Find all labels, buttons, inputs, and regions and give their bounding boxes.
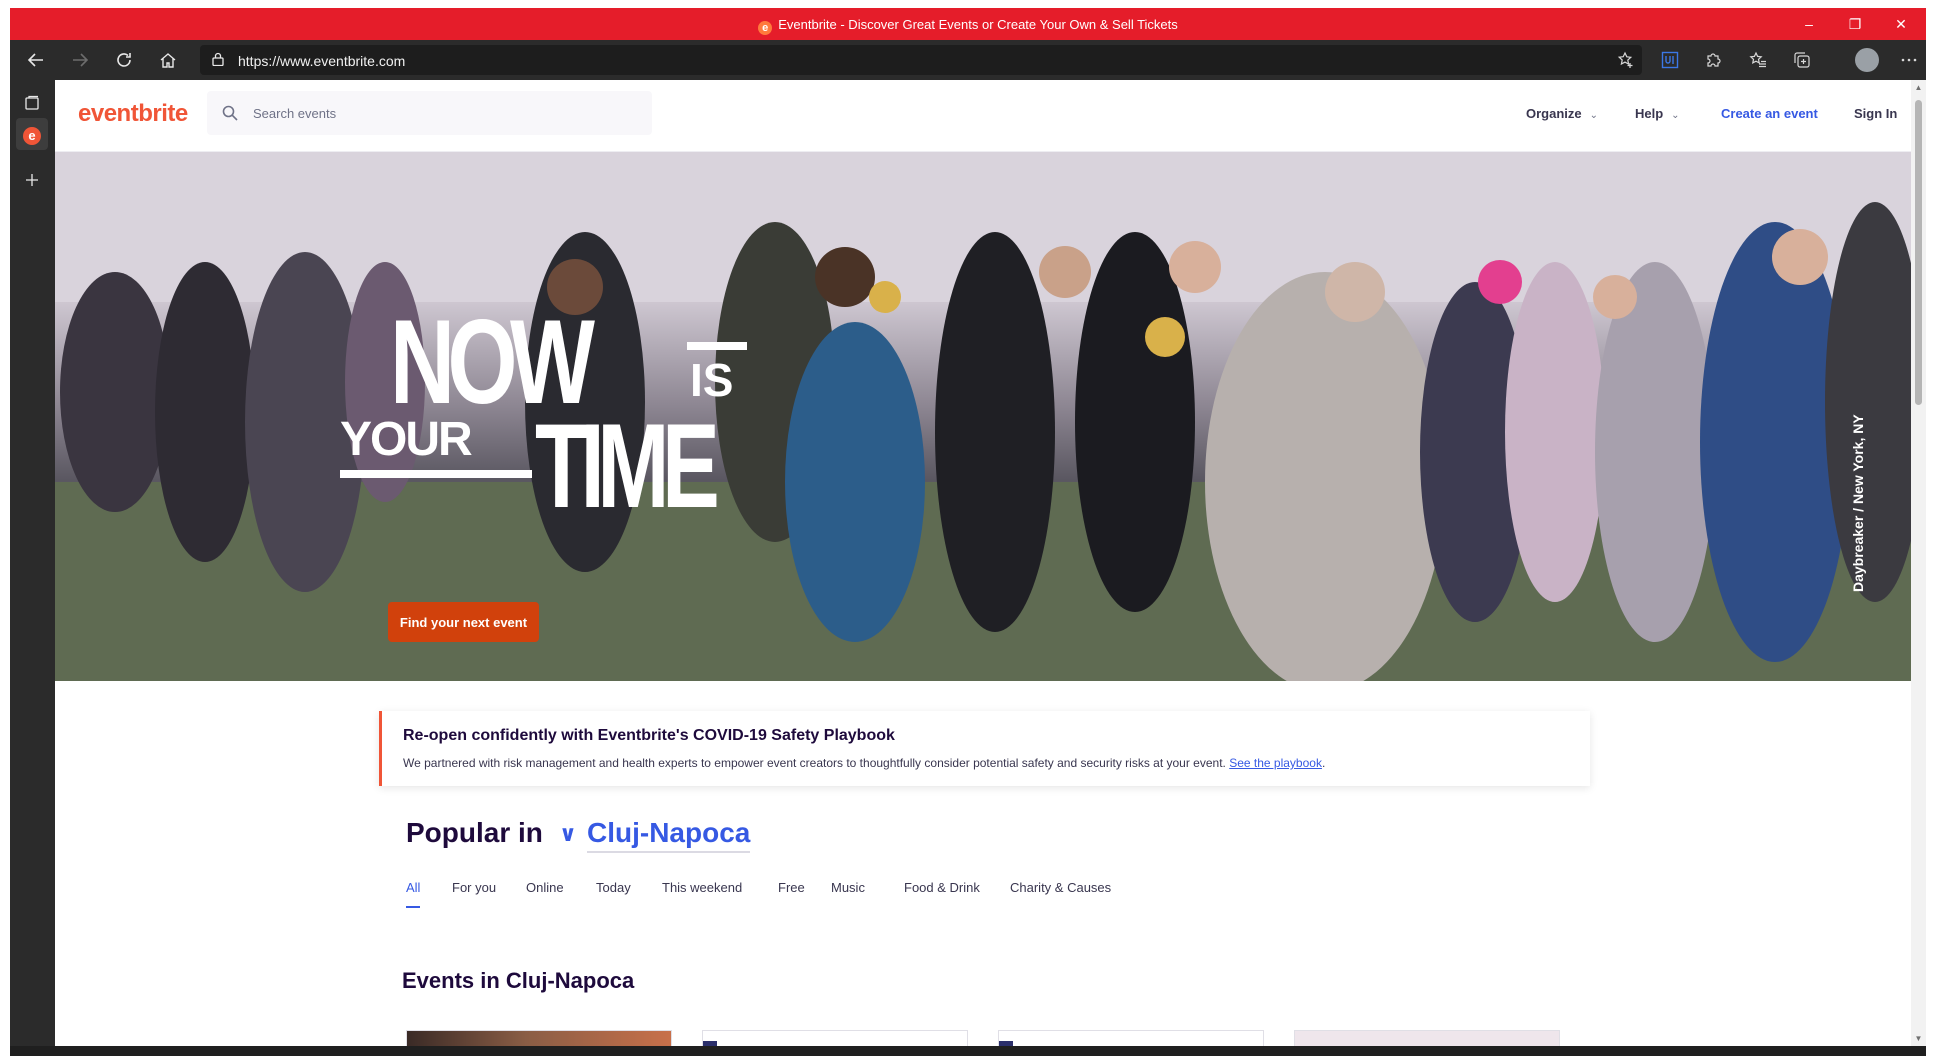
back-arrow-icon <box>27 53 43 67</box>
tab-this-weekend[interactable]: This weekend <box>662 880 742 895</box>
notice-body-trailing: . <box>1321 756 1326 770</box>
event-card[interactable] <box>1294 1030 1560 1046</box>
eventbrite-favicon-icon: e <box>23 127 41 145</box>
tab-today[interactable]: Today <box>596 880 631 895</box>
sign-in-link[interactable]: Sign In <box>1854 106 1897 121</box>
event-card[interactable] <box>998 1030 1264 1046</box>
events-heading: Events in Cluj-Napoca <box>402 968 635 993</box>
star-plus-icon <box>1617 51 1633 68</box>
browser-window: e Eventbrite - Discover Great Events or C… <box>0 0 1936 1056</box>
eventbrite-logo[interactable]: eventbrite <box>78 100 188 128</box>
lock-icon[interactable] <box>212 52 224 66</box>
organize-menu[interactable]: Organize ⌄ <box>1526 106 1598 121</box>
refresh-icon <box>117 53 131 67</box>
chevron-down-icon: ⌄ <box>1589 110 1599 121</box>
forward-button[interactable] <box>64 46 96 74</box>
help-label: Help <box>1635 106 1664 121</box>
minimize-button[interactable]: – <box>1786 8 1832 40</box>
chevron-down-icon: ⌄ <box>1671 110 1680 121</box>
browser-toolbar: https://www.eventbrite.com <box>10 40 1926 80</box>
window-title-text: Eventbrite - Discover Great Events or Cr… <box>778 17 1178 32</box>
tab-actions-icon <box>25 95 39 110</box>
favorites-icon <box>1749 51 1766 68</box>
site-header: eventbrite Organize ⌄ Help ⌄ Create an eve… <box>55 80 1926 152</box>
tab-actions-button[interactable] <box>16 87 48 119</box>
restore-button[interactable]: ❐ <box>1832 8 1878 40</box>
forward-arrow-icon <box>73 53 89 67</box>
search-box[interactable] <box>207 91 652 135</box>
find-next-event-button[interactable]: Find your next event <box>388 602 539 642</box>
puzzle-icon <box>1707 53 1721 67</box>
headline-your: YOUR <box>340 413 473 466</box>
extensions-button[interactable] <box>1700 48 1728 72</box>
see-playbook-link[interactable]: See the playbook <box>1229 756 1322 770</box>
notice-title: Re-open confidently with Eventbrite's CO… <box>403 727 895 744</box>
home-button[interactable] <box>152 46 184 74</box>
taskbar-strip <box>10 1046 1926 1056</box>
active-tab-underline <box>406 906 420 908</box>
tab-all[interactable]: All <box>406 880 420 895</box>
address-bar[interactable]: https://www.eventbrite.com <box>200 45 1642 75</box>
popular-in-label: Popular in <box>406 817 543 848</box>
vertical-scrollbar[interactable]: ▲ ▼ <box>1911 80 1926 1046</box>
headline-time: TIME <box>535 399 720 533</box>
create-event-link[interactable]: Create an event <box>1721 106 1818 121</box>
tab-free[interactable]: Free <box>778 880 805 895</box>
url-text[interactable]: https://www.eventbrite.com <box>238 53 405 69</box>
organize-label: Organize <box>1526 106 1582 121</box>
edge-e-icon: e <box>758 21 773 35</box>
hero-banner: NOW IS YOUR TIME Find your next event Da… <box>55 152 1911 681</box>
tab-online[interactable]: Online <box>526 880 564 895</box>
scroll-down-arrow-icon[interactable]: ▼ <box>1914 1034 1923 1043</box>
back-button[interactable] <box>20 46 52 74</box>
collections-button[interactable] <box>1788 48 1816 72</box>
chevron-down-icon[interactable]: ∨ <box>559 821 577 847</box>
tab-eventbrite[interactable]: e <box>16 118 48 150</box>
search-icon <box>222 105 238 121</box>
event-card-thumbnail <box>703 1041 717 1046</box>
page-viewport: eventbrite Organize ⌄ Help ⌄ Create an eve… <box>55 80 1926 1046</box>
tab-for-you[interactable]: For you <box>452 880 496 895</box>
hero-photo-credit: Daybreaker / New York, NY <box>1850 414 1866 592</box>
favorites-button[interactable] <box>1744 48 1772 72</box>
title-bar: e Eventbrite - Discover Great Events or C… <box>10 8 1926 40</box>
event-card[interactable] <box>702 1030 968 1046</box>
notice-body-text: We partnered with risk management and he… <box>403 756 1226 770</box>
new-tab-button[interactable] <box>16 164 48 196</box>
collections-icon <box>1794 52 1810 68</box>
headline-your-bar <box>340 470 532 478</box>
vertical-tab-strip: e <box>10 80 55 1046</box>
headline-is: IS <box>690 354 734 406</box>
plus-icon <box>26 174 38 186</box>
ellipsis-icon <box>1901 58 1917 62</box>
close-window-button[interactable]: ✕ <box>1878 8 1924 40</box>
add-favorite-button[interactable] <box>1612 48 1640 72</box>
event-card-thumbnail <box>999 1041 1013 1046</box>
tab-food-drink[interactable]: Food & Drink <box>904 880 980 895</box>
hero-crowd-image <box>55 152 1911 681</box>
home-icon <box>160 53 176 68</box>
scrollbar-thumb[interactable] <box>1915 100 1922 405</box>
profile-avatar[interactable] <box>1855 48 1879 72</box>
headline-is-bar <box>687 342 747 350</box>
ui-extension-icon <box>1661 51 1679 69</box>
more-options-button[interactable] <box>1895 48 1923 72</box>
notice-body: We partnered with risk management and he… <box>403 756 1325 770</box>
scroll-up-arrow-icon[interactable]: ▲ <box>1914 83 1923 92</box>
event-card[interactable] <box>406 1030 672 1046</box>
tab-charity-causes[interactable]: Charity & Causes <box>1010 880 1111 895</box>
window-title: e Eventbrite - Discover Great Events or C… <box>10 17 1926 35</box>
city-selector[interactable]: Cluj-Napoca <box>587 817 751 853</box>
tab-music[interactable]: Music <box>831 880 865 895</box>
help-menu[interactable]: Help ⌄ <box>1635 106 1680 121</box>
search-input[interactable] <box>253 91 633 135</box>
refresh-button[interactable] <box>108 46 140 74</box>
extension-ui-button[interactable] <box>1656 48 1684 72</box>
covid-safety-notice: Re-open confidently with Eventbrite's CO… <box>379 711 1590 786</box>
